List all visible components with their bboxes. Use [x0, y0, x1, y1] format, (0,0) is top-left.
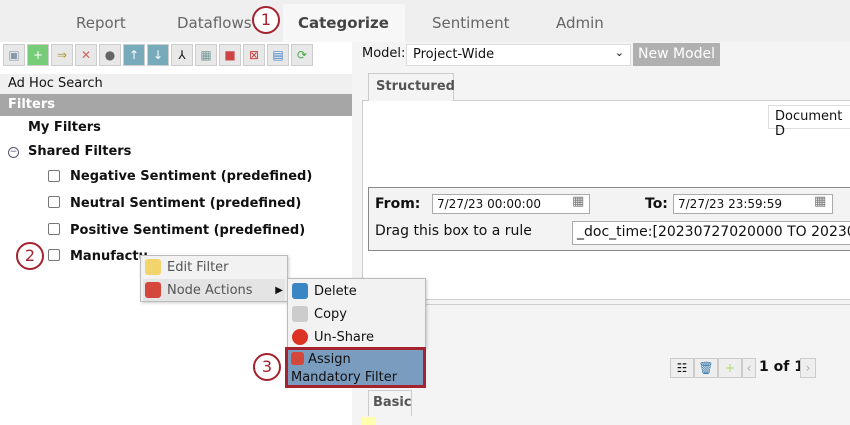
hierarchy-icon[interactable]: ⅄	[171, 44, 193, 66]
add-icon[interactable]: +	[718, 358, 742, 378]
filter-item[interactable]: Manufactu	[70, 249, 148, 264]
report-icon[interactable]: ▤	[267, 44, 289, 66]
tab-structured[interactable]: Structured	[368, 73, 455, 101]
checkbox[interactable]	[48, 223, 60, 235]
toolbar: ▣ + ⇒ ✕ ● ↑ ↓ ⅄ ▦ ■ ⊠ ▤ ⟳	[3, 44, 313, 68]
checkbox[interactable]	[48, 249, 60, 261]
callout-3: 3	[253, 353, 281, 381]
chevron-down-icon: ⌄	[614, 46, 624, 59]
tab-admin[interactable]: Admin	[556, 14, 604, 32]
checkbox[interactable]	[48, 170, 60, 182]
new-model-button[interactable]: New Model	[633, 43, 720, 66]
to-label: To:	[645, 196, 668, 212]
move-up-icon[interactable]: ↑	[123, 44, 145, 66]
delete-user-icon[interactable]: ✕	[75, 44, 97, 66]
menu-item-delete[interactable]: Delete	[290, 280, 357, 302]
calendar-icon[interactable]: ▦	[572, 194, 584, 209]
node-actions-icon	[145, 282, 161, 298]
tab-basic[interactable]: Basic	[368, 390, 412, 416]
menu-item-edit-filter[interactable]: Edit Filter	[143, 256, 229, 278]
grid-icon[interactable]: ▦	[195, 44, 217, 66]
filters-header: Filters	[0, 94, 352, 116]
page-indicator: 1 of 1	[759, 359, 804, 375]
from-label: From:	[375, 196, 421, 212]
shared-filters[interactable]: Shared Filters	[28, 144, 131, 159]
tab-sentiment[interactable]: Sentiment	[432, 14, 510, 32]
comment-icon[interactable]: ●	[99, 44, 121, 66]
drag-label: Drag this box to a rule	[375, 223, 532, 239]
menu-label: Edit Filter	[167, 259, 229, 275]
top-nav	[0, 0, 850, 42]
unshare-icon	[292, 329, 308, 345]
menu-label: Mandatory Filter	[291, 370, 398, 385]
filter-item[interactable]: Neutral Sentiment (predefined)	[70, 196, 301, 211]
tree-view-icon[interactable]: ☷	[670, 358, 694, 378]
trash-icon[interactable]: 🗑	[694, 358, 718, 378]
menu-item-unshare[interactable]: Un-Share	[290, 326, 374, 348]
tab-dataflows[interactable]: Dataflows	[177, 14, 252, 32]
menu-item-copy[interactable]: Copy	[290, 303, 347, 325]
context-menu: Edit Filter Node Actions ▶	[140, 255, 288, 302]
menu-label: Un-Share	[314, 329, 374, 345]
tab-categorize[interactable]: Categorize	[298, 14, 389, 32]
copy-icon	[292, 306, 308, 322]
node-action-icon[interactable]: ■	[219, 44, 241, 66]
callout-1: 1	[252, 6, 280, 34]
assign-icon	[291, 352, 304, 365]
edit-icon	[145, 259, 161, 275]
ad-hoc-search[interactable]: Ad Hoc Search	[0, 74, 352, 94]
submenu: Delete Copy Un-Share	[287, 278, 426, 348]
delete-doc-icon[interactable]: ⊠	[243, 44, 265, 66]
move-down-icon[interactable]: ↓	[147, 44, 169, 66]
add-icon[interactable]: +	[27, 44, 49, 66]
model-label: Model:	[362, 46, 406, 61]
filter-item[interactable]: Positive Sentiment (predefined)	[70, 223, 305, 238]
model-select[interactable]: Project-Wide ⌄	[406, 44, 631, 66]
menu-label: Assign	[308, 352, 351, 367]
date-range-box[interactable]: From: 7/27/23 00:00:00 ▦ To: 7/27/23 23:…	[368, 187, 850, 251]
menu-label: Node Actions	[167, 282, 253, 298]
next-page-button[interactable]: ›	[800, 358, 816, 378]
query-box[interactable]: _doc_time:[20230727020000 TO 202307	[572, 221, 850, 245]
color-swatch	[362, 417, 376, 425]
menu-label: Delete	[314, 283, 357, 299]
trash-icon	[292, 283, 308, 299]
checkbox[interactable]	[48, 196, 60, 208]
import-icon[interactable]: ⇒	[51, 44, 73, 66]
my-filters[interactable]: My Filters	[28, 120, 101, 135]
menu-label: Copy	[314, 306, 347, 322]
tab-report[interactable]: Report	[76, 14, 126, 32]
from-input[interactable]: 7/27/23 00:00:00	[432, 194, 590, 214]
menu-item-assign-mandatory-filter[interactable]: Assign Mandatory Filter	[285, 347, 426, 388]
document-date-field[interactable]: Document D	[768, 105, 850, 139]
save-icon[interactable]: ▣	[3, 44, 25, 66]
calendar-icon[interactable]: ▦	[814, 194, 826, 209]
filter-item[interactable]: Negative Sentiment (predefined)	[70, 169, 312, 184]
collapse-icon[interactable]: −	[8, 147, 19, 158]
submenu-arrow-icon: ▶	[275, 284, 283, 296]
refresh-icon[interactable]: ⟳	[291, 44, 313, 66]
model-value: Project-Wide	[413, 47, 495, 62]
menu-item-node-actions[interactable]: Node Actions ▶	[143, 279, 285, 301]
to-input[interactable]: 7/27/23 23:59:59	[673, 194, 833, 214]
callout-2: 2	[16, 242, 44, 270]
prev-page-button[interactable]: ‹	[742, 358, 756, 378]
